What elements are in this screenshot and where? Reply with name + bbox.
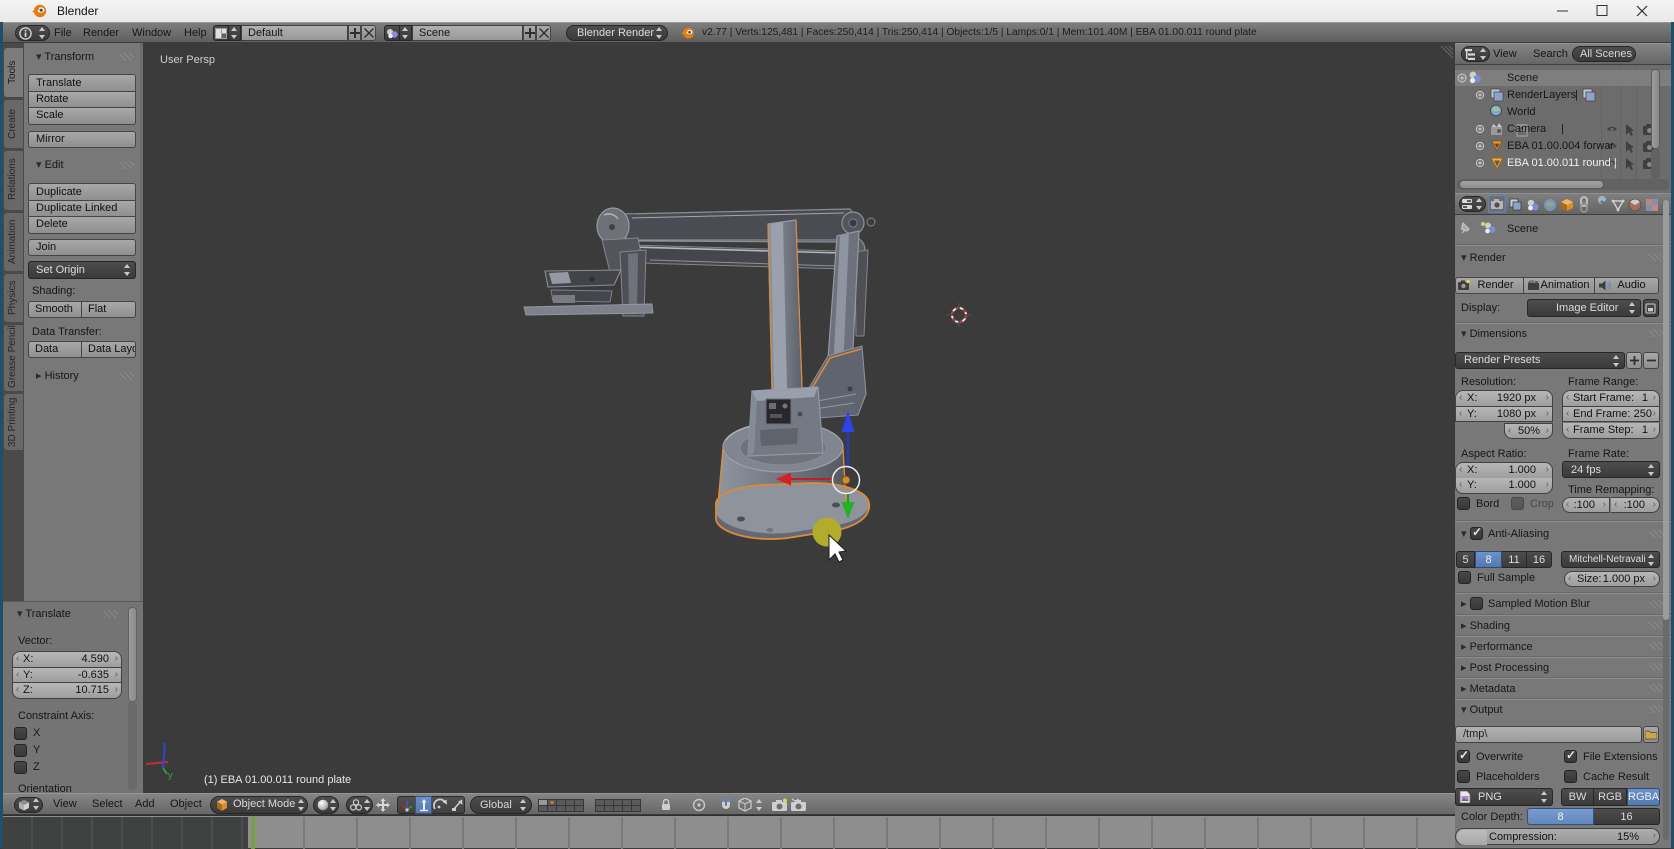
svg-text:y: y xyxy=(168,770,173,780)
